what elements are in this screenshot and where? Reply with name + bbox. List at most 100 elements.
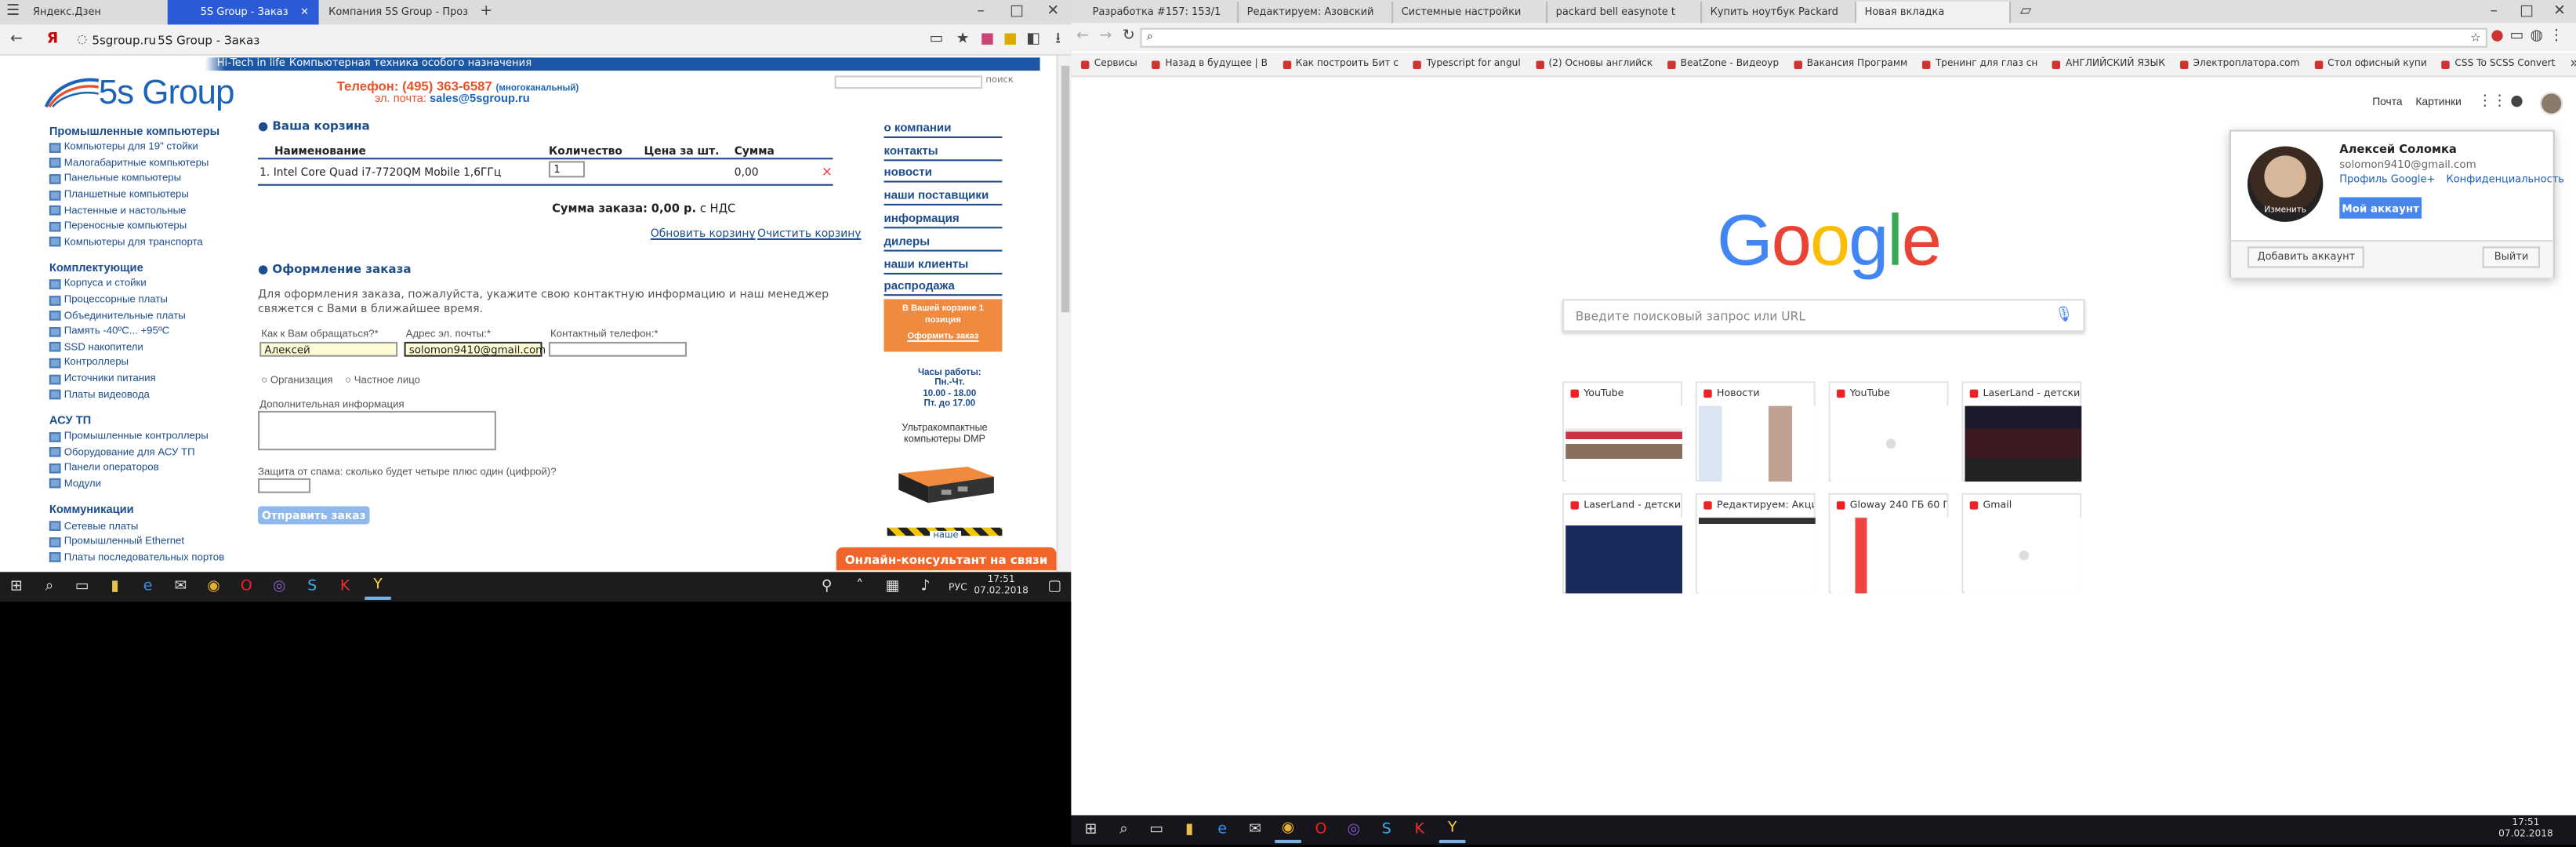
promo2-text[interactable]: наше: [930, 530, 962, 541]
viber-icon[interactable]: ◎: [267, 573, 293, 600]
most-visited-tile[interactable]: LaserLand - детски...: [1562, 493, 1682, 594]
network-icon[interactable]: ▦: [880, 573, 906, 600]
change-photo-label[interactable]: Изменить: [2248, 205, 2323, 216]
promo-image[interactable]: [892, 450, 1000, 509]
new-tab-icon[interactable]: ▱: [2011, 2, 2041, 23]
tab-yandex-zen[interactable]: Яндекс.Дзен: [23, 0, 167, 24]
back-icon[interactable]: ←: [1071, 29, 1094, 45]
nav-item[interactable]: Переносные компьютеры: [49, 219, 246, 234]
add-account-button[interactable]: Добавить аккаунт: [2247, 246, 2365, 268]
opera-icon[interactable]: O: [1308, 817, 1334, 844]
sign-out-button[interactable]: Выйти: [2483, 246, 2540, 268]
most-visited-tile[interactable]: LaserLand - детски...: [1961, 381, 2082, 482]
rnav-item[interactable]: новости: [883, 161, 1003, 184]
my-account-button[interactable]: Мой аккаунт: [2339, 197, 2422, 219]
nav-item[interactable]: Промышленный Ethernet: [49, 534, 246, 550]
clear-cart-link[interactable]: Очистить корзину: [757, 227, 861, 240]
people-icon[interactable]: ⚲: [814, 573, 840, 600]
language-indicator[interactable]: РУС: [949, 581, 967, 593]
search-icon[interactable]: ⌕: [36, 573, 63, 600]
bookmark-item[interactable]: Стол офисный купи: [2314, 59, 2427, 69]
rnav-item[interactable]: распродажа: [883, 274, 1003, 297]
nav-item[interactable]: Модули: [49, 476, 246, 492]
chrome-tab[interactable]: Купить ноутбук Packard: [1702, 2, 1857, 24]
nav-item[interactable]: Компьютеры для 19" стойки: [49, 140, 246, 155]
most-visited-tile[interactable]: Редактируем: Акци...: [1695, 493, 1816, 594]
site-logo[interactable]: 5s Group: [42, 74, 299, 112]
nav-heading[interactable]: Комплектующие: [49, 264, 246, 275]
chrome-icon[interactable]: ◉: [201, 573, 227, 600]
most-visited-tile[interactable]: Gloway 240 ГБ 60 Г...: [1828, 493, 1949, 594]
chrome-icon[interactable]: ◉: [1275, 817, 1301, 844]
rnav-item[interactable]: контакты: [883, 138, 1003, 161]
address-title[interactable]: 5S Group - Заказ: [158, 32, 354, 47]
close-window-icon[interactable]: ✕: [2543, 2, 2576, 23]
site-search-input[interactable]: [834, 75, 983, 89]
search-icon[interactable]: ⌕: [1111, 817, 1137, 844]
edge-icon[interactable]: e: [135, 573, 161, 600]
yandex-logo-icon[interactable]: Я: [33, 31, 72, 47]
most-visited-tile[interactable]: Gmail: [1961, 493, 2082, 594]
nav-heading[interactable]: АСУ ТП: [49, 416, 246, 427]
name-field[interactable]: Алексей: [259, 341, 398, 357]
chrome-tab-active[interactable]: Новая вкладка: [1856, 2, 2012, 24]
qty-input[interactable]: 1: [548, 161, 586, 178]
extension-icon[interactable]: ■: [976, 31, 999, 47]
nav-item[interactable]: Источники питания: [49, 371, 246, 387]
account-photo[interactable]: Изменить: [2247, 146, 2324, 222]
bookmark-item[interactable]: Назад в будущее | В: [1152, 59, 1268, 69]
online-consultant-button[interactable]: Онлайн-консультант на связи: [836, 547, 1057, 571]
chrome-tab[interactable]: Системные настройки: [1393, 2, 1548, 24]
yandex-browser-icon[interactable]: Y: [365, 573, 391, 600]
nav-item[interactable]: Процессорные платы: [49, 293, 246, 308]
rnav-item[interactable]: наши поставщики: [883, 183, 1003, 206]
forward-icon[interactable]: →: [1094, 29, 1117, 45]
checkout-link[interactable]: Оформить заказ: [883, 332, 1002, 342]
task-view-icon[interactable]: ▭: [69, 573, 96, 600]
mail-icon[interactable]: ✉: [168, 573, 194, 600]
most-visited-tile[interactable]: YouTube: [1828, 381, 1949, 482]
nav-item[interactable]: Объединительные платы: [49, 308, 246, 324]
account-avatar[interactable]: [2539, 92, 2563, 115]
images-link[interactable]: Картинки: [2415, 97, 2462, 109]
tray-up-icon[interactable]: ˄: [847, 573, 873, 600]
bookmark-item[interactable]: (2) Основы английск: [1536, 59, 1653, 69]
microphone-icon[interactable]: 🎙: [2055, 307, 2073, 324]
promo-text[interactable]: Ультракомпактные компьютеры DMP: [887, 424, 1003, 447]
clock[interactable]: 17:51 07.02.2018: [974, 575, 1029, 598]
nav-item[interactable]: Планшетные компьютеры: [49, 187, 246, 202]
nav-heading[interactable]: Промышленные компьютеры: [49, 126, 246, 138]
extra-info-textarea[interactable]: [258, 410, 496, 451]
app-icon[interactable]: K: [332, 573, 358, 600]
bookmark-item[interactable]: АНГЛИЙСКИЙ ЯЗЫК: [2052, 59, 2165, 69]
reader-icon[interactable]: ▭: [923, 31, 950, 47]
bookmark-item[interactable]: CSS To SCSS Convert: [2442, 59, 2555, 69]
minimize-icon[interactable]: –: [2477, 2, 2510, 23]
maximize-icon[interactable]: □: [2510, 2, 2543, 23]
new-tab-icon[interactable]: +: [477, 4, 496, 20]
close-icon[interactable]: ✕: [300, 6, 309, 18]
notifications-bell-icon[interactable]: ●: [2510, 95, 2523, 111]
email-field[interactable]: solomon9410@gmail.com: [404, 341, 546, 357]
bookmark-item[interactable]: Как построить Бит с: [1283, 59, 1399, 69]
protect-icon[interactable]: ◧: [1022, 31, 1045, 47]
spam-answer-field[interactable]: [258, 478, 311, 493]
nav-item[interactable]: Промышленные контроллеры: [49, 429, 246, 445]
remove-item-button[interactable]: ×: [822, 165, 833, 180]
gmail-link[interactable]: Почта: [2372, 97, 2402, 109]
chrome-tab[interactable]: Редактируем: Азовский: [1239, 2, 1394, 24]
task-view-icon[interactable]: ▭: [1144, 817, 1170, 844]
nav-item[interactable]: Панельные компьютеры: [49, 171, 246, 187]
privacy-link[interactable]: Конфиденциальность: [2446, 174, 2563, 186]
omnibox-input[interactable]: ⌕ ☆: [1140, 27, 2487, 47]
radio-organization[interactable]: ○ Организация: [261, 375, 332, 387]
phone-field[interactable]: [548, 341, 688, 357]
back-icon[interactable]: ←: [0, 31, 33, 47]
minimize-icon[interactable]: –: [963, 4, 999, 20]
nav-item[interactable]: Оборудование для АСУ ТП: [49, 445, 246, 460]
nav-item[interactable]: SSD накопители: [49, 340, 246, 355]
file-explorer-icon[interactable]: ▮: [102, 573, 129, 600]
bookmark-item[interactable]: BeatZone - Видеоур: [1667, 59, 1780, 69]
most-visited-tile[interactable]: YouTube: [1562, 381, 1682, 482]
nav-item[interactable]: Малогабаритные компьютеры: [49, 155, 246, 171]
